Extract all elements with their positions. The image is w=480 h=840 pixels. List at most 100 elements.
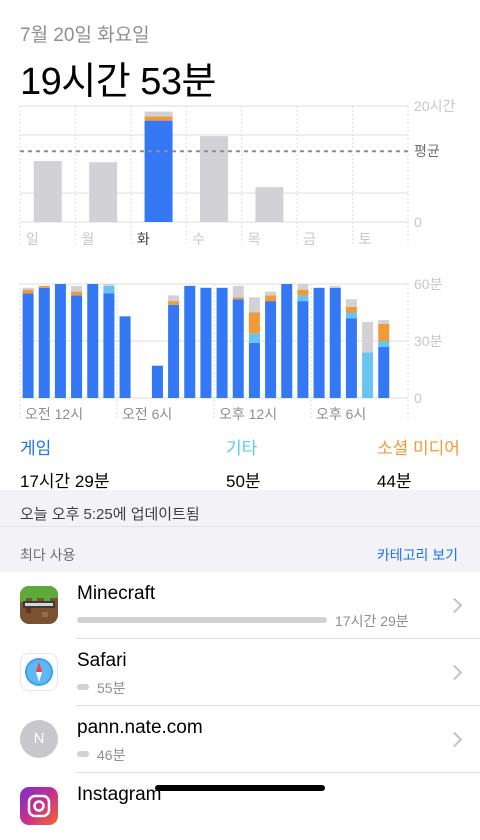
- y-label-zero: 0: [414, 390, 422, 406]
- app-row-minecraft[interactable]: Minecraft 17시간 29분: [0, 572, 480, 639]
- day-label: 금: [303, 231, 316, 247]
- category-social-name: 소셜 미디어: [377, 439, 460, 458]
- home-indicator[interactable]: [155, 785, 325, 791]
- weekly-chart[interactable]: 20시간평균 0 일 월 화 수 목 금 토: [0, 96, 480, 256]
- app-row-safari[interactable]: Safari 55분: [0, 639, 480, 706]
- bar-hour-game: [87, 284, 99, 398]
- bar-hour-game: [329, 287, 341, 398]
- bar-hour-gray: [232, 285, 244, 298]
- bar-hour-light: [362, 352, 374, 398]
- bar-hour-orange: [71, 291, 83, 296]
- bar-day: [200, 136, 228, 222]
- bar-hour-game: [281, 284, 293, 398]
- divider: [0, 526, 480, 527]
- bar-hour-game: [119, 316, 131, 398]
- day-label: 수: [192, 231, 205, 247]
- instagram-icon: [20, 787, 58, 825]
- bar-today-other: [144, 111, 173, 117]
- bar-hour-orange: [265, 295, 277, 302]
- bar-hour-orange: [345, 306, 357, 313]
- x-label: 오전 6시: [122, 406, 172, 422]
- bar-hour-gray: [378, 320, 390, 324]
- bar-hour-game: [297, 301, 309, 398]
- x-label: 오후 12시: [219, 406, 277, 422]
- app-name: Safari: [77, 650, 127, 671]
- usage-time: 17시간 29분: [335, 613, 409, 629]
- bar-hour-game: [38, 287, 50, 398]
- x-label: 오전 12시: [25, 406, 83, 422]
- bar-hour-orange: [38, 285, 50, 288]
- bar-hour-gray: [168, 295, 180, 302]
- usage-time: 55분: [97, 680, 126, 696]
- app-row-pann[interactable]: N pann.nate.com 46분: [0, 706, 480, 773]
- chevron-right-icon: [446, 731, 463, 748]
- bar-hour-game: [54, 284, 66, 398]
- y-label-max: 20시간: [414, 98, 455, 114]
- bar-hour-gray: [265, 291, 277, 296]
- bar-hour-orange: [168, 301, 180, 305]
- category-other-name: 기타: [226, 439, 258, 458]
- chevron-right-icon: [446, 597, 463, 614]
- usage-bar: [77, 617, 327, 623]
- view-categories-link[interactable]: 카테고리 보기: [377, 545, 458, 565]
- bar-day: [33, 161, 62, 222]
- day-label: 목: [248, 231, 261, 247]
- bar-hour-light: [248, 333, 260, 343]
- bar-hour-game: [248, 342, 260, 398]
- app-name: Minecraft: [77, 583, 156, 604]
- letter-n-icon: N: [20, 720, 58, 758]
- category-game-time: 17시간 29분: [20, 472, 110, 491]
- category-game-name: 게임: [20, 439, 52, 458]
- bar-hour-gray: [103, 284, 115, 286]
- bar-hour-game: [313, 287, 325, 398]
- most-used-label: 최다 사용: [20, 547, 76, 563]
- bar-hour-game: [103, 293, 115, 398]
- y-label-60: 60분: [414, 276, 443, 292]
- category-game: 게임 17시간 29분: [20, 434, 109, 492]
- bar-hour-gray: [297, 284, 309, 290]
- bar-hour-game: [22, 293, 34, 398]
- bar-hour-orange: [297, 289, 309, 296]
- category-social-time: 44분: [377, 472, 412, 491]
- y-label-30: 30분: [414, 333, 443, 349]
- app-name: pann.nate.com: [77, 717, 203, 738]
- bar-hour-game: [265, 301, 277, 398]
- bar-hour-orange: [378, 323, 390, 341]
- bar-hour-game: [216, 287, 228, 398]
- bar-hour-game: [345, 318, 357, 398]
- y-label-zero: 0: [414, 214, 422, 230]
- bar-day: [89, 162, 118, 222]
- category-other: 기타 50분: [226, 434, 261, 492]
- bar-hour-game: [200, 287, 212, 398]
- app-row-instagram[interactable]: Instagram: [0, 773, 480, 840]
- usage-bar: [77, 684, 89, 690]
- bar-hour-game: [378, 346, 390, 398]
- day-label: 토: [359, 231, 372, 247]
- bar-hour-orange: [22, 289, 34, 294]
- usage-bar: [77, 751, 89, 757]
- bar-hour-gray: [71, 285, 83, 292]
- bar-hour-orange: [232, 297, 244, 300]
- day-label: 일: [26, 231, 39, 247]
- bar-hour-light: [345, 312, 357, 319]
- bar-hour-game: [232, 299, 244, 398]
- bar-hour-game: [71, 295, 83, 398]
- bar-today-game: [144, 120, 173, 222]
- bar-today-social: [144, 116, 173, 121]
- x-label: 오후 6시: [316, 406, 366, 422]
- bar-hour-light: [103, 285, 115, 294]
- date-label: 7월 20일 화요일: [20, 25, 150, 46]
- hourly-chart[interactable]: 60분 30분 0 오전 12시 오전 6시 오후 12시 오후 6시: [0, 274, 480, 428]
- y-label-average: 평균: [414, 143, 440, 159]
- bar-hour-light: [378, 341, 390, 347]
- bar-hour-gray: [329, 285, 341, 288]
- bar-hour-gray: [345, 299, 357, 307]
- minecraft-icon: [20, 586, 58, 624]
- category-other-time: 50분: [226, 472, 261, 491]
- usage-time: 46분: [97, 747, 126, 763]
- category-social: 소셜 미디어 44분: [377, 434, 460, 492]
- safari-compass-icon: [20, 653, 58, 691]
- app-name: Instagram: [77, 784, 162, 805]
- updated-text: 오늘 오후 5:25에 업데이트됨: [20, 506, 200, 523]
- bar-hour-game: [168, 304, 180, 398]
